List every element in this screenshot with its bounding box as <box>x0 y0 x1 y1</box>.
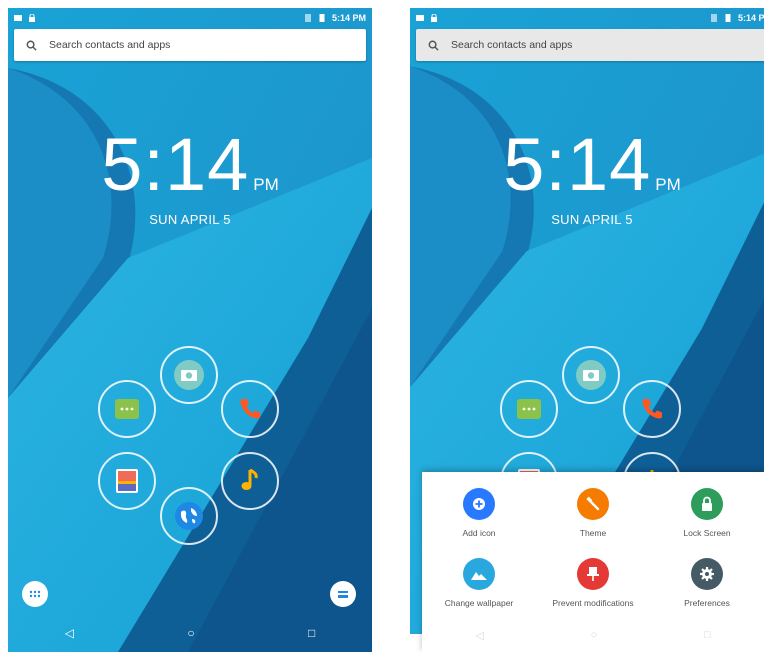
add-icon-label: Add icon <box>462 528 496 538</box>
clock-ampm: PM <box>655 175 681 194</box>
lock-status-icon <box>29 14 35 22</box>
screenshot-icon <box>416 15 424 21</box>
camera-icon <box>576 360 606 390</box>
home-button[interactable]: ○ <box>591 629 598 641</box>
back-button[interactable]: ◁ <box>65 626 74 640</box>
home-screen: 5:14 PM Search contacts and apps 5:14 PM … <box>8 8 372 652</box>
theme-option[interactable]: Theme <box>536 488 650 538</box>
recents-button[interactable]: □ <box>704 629 711 641</box>
camera-app[interactable] <box>160 346 218 404</box>
wallpaper <box>8 8 372 652</box>
pin-icon <box>577 558 609 590</box>
prevent-modifications-label: Prevent modifications <box>552 598 634 608</box>
recents-drawer-icon <box>338 591 348 598</box>
home-screen-menu-open: 5:14 PM Search contacts and apps 5:14PM … <box>410 8 764 652</box>
home-options-sheet: Add icon Theme Lock Screen Change wallpa… <box>422 472 764 652</box>
no-sim-icon <box>304 14 311 22</box>
clock-widget[interactable]: 5:14 PM SUN APRIL 5 <box>8 128 372 228</box>
phone-icon <box>642 399 662 419</box>
clock-date: SUN APRIL 5 <box>551 212 633 227</box>
search-placeholder: Search contacts and apps <box>49 39 171 51</box>
phone-icon <box>240 399 260 419</box>
clock-time: 5:14 <box>503 123 652 206</box>
navigation-bar: ◁ ○ □ <box>422 618 764 652</box>
phone-app[interactable] <box>623 380 681 438</box>
recents-button[interactable]: □ <box>308 626 315 640</box>
prevent-modifications-option[interactable]: Prevent modifications <box>536 558 650 608</box>
home-button[interactable]: ○ <box>187 626 194 640</box>
lock-screen-label: Lock Screen <box>683 528 731 538</box>
gallery-app[interactable] <box>98 452 156 510</box>
browser-app[interactable] <box>160 487 218 545</box>
messages-icon <box>517 399 541 419</box>
add-icon <box>463 488 495 520</box>
status-bar: 5:14 PM <box>410 8 764 28</box>
clock-ampm: PM <box>253 175 279 194</box>
recents-drawer-button[interactable] <box>330 581 356 607</box>
preferences-label: Preferences <box>684 598 730 608</box>
status-bar: 5:14 PM <box>8 8 372 28</box>
screenshot-icon <box>14 15 22 21</box>
preferences-option[interactable]: Preferences <box>650 558 764 608</box>
search-bar[interactable]: Search contacts and apps <box>416 29 764 61</box>
music-app[interactable] <box>221 452 279 510</box>
battery-icon <box>319 14 325 22</box>
gallery-icon <box>116 469 138 493</box>
no-sim-icon <box>710 14 717 22</box>
options-grid: Add icon Theme Lock Screen Change wallpa… <box>422 488 764 608</box>
search-icon <box>428 40 439 51</box>
search-placeholder: Search contacts and apps <box>451 39 573 51</box>
search-bar[interactable]: Search contacts and apps <box>14 29 366 61</box>
phone-app[interactable] <box>221 380 279 438</box>
change-wallpaper-option[interactable]: Change wallpaper <box>422 558 536 608</box>
wallpaper-icon <box>463 558 495 590</box>
theme-icon <box>577 488 609 520</box>
app-drawer-button[interactable] <box>22 581 48 607</box>
lock-screen-option[interactable]: Lock Screen <box>650 488 764 538</box>
clock-date: SUN APRIL 5 <box>149 212 231 227</box>
navigation-bar: ◁ ○ □ <box>8 614 372 652</box>
search-icon <box>26 40 37 51</box>
music-icon <box>241 468 258 490</box>
clock-widget[interactable]: 5:14 PM SUN APRIL 5 <box>410 128 764 228</box>
add-icon-option[interactable]: Add icon <box>422 488 536 538</box>
messages-icon <box>115 399 139 419</box>
browser-icon <box>175 502 203 530</box>
messages-app[interactable] <box>98 380 156 438</box>
change-wallpaper-label: Change wallpaper <box>444 598 514 608</box>
battery-icon <box>725 14 731 22</box>
lock-status-icon <box>431 14 437 22</box>
messages-app[interactable] <box>500 380 558 438</box>
clock-time: 5:14 <box>101 123 250 206</box>
theme-label: Theme <box>579 528 607 538</box>
lock-icon <box>691 488 723 520</box>
camera-icon <box>174 360 204 390</box>
gear-icon <box>691 558 723 590</box>
back-button[interactable]: ◁ <box>475 629 483 642</box>
status-time: 5:14 PM <box>737 13 764 23</box>
camera-app[interactable] <box>562 346 620 404</box>
app-drawer-icon <box>29 590 41 598</box>
status-time: 5:14 PM <box>331 13 366 23</box>
